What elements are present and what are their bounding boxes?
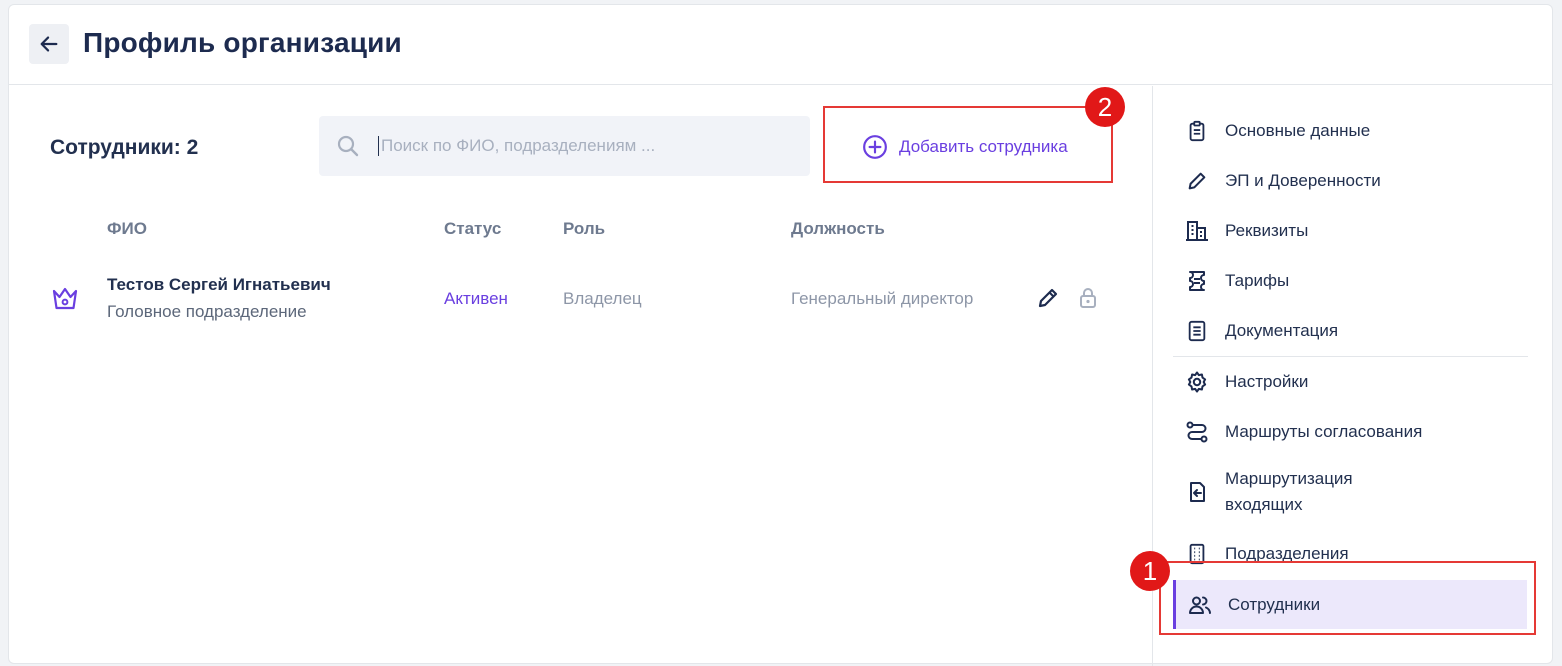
clipboard-icon [1185,119,1209,143]
incoming-routing-icon [1185,480,1209,504]
sidebar-item-label: Маршруты согласования [1225,422,1423,441]
crown-icon [52,287,78,310]
plus-circle-icon [863,135,887,159]
employee-name: Тестов Сергей Игнатьевич [107,275,331,294]
sidebar-item-label: ЭП и Доверенности [1225,171,1381,190]
column-header-status[interactable]: Статус [444,219,501,239]
column-header-name[interactable]: ФИО [107,219,147,239]
sidebar-item-settings[interactable]: Настройки [1173,357,1527,407]
back-button[interactable] [29,24,69,64]
page-title: Профиль организации [83,27,402,58]
employees-nav-highlight [1159,561,1536,635]
sidebar-item-approval-routes[interactable]: Маршруты согласования [1173,407,1527,457]
sidebar-item-documentation[interactable]: Документация [1173,306,1527,356]
employee-position: Генеральный директор [791,289,974,308]
buildings-icon [1185,219,1209,243]
sidebar-item-requisites[interactable]: Реквизиты [1173,206,1527,256]
edit-pencil-icon[interactable] [1036,286,1060,310]
search-input[interactable] [381,134,781,158]
add-employee-highlight: Добавить сотрудника [823,106,1113,183]
search-box[interactable] [319,116,810,176]
employees-count: Сотрудники: 2 [50,136,199,159]
employee-status: Активен [444,289,508,308]
column-header-position[interactable]: Должность [791,219,885,239]
add-employee-button[interactable]: Добавить сотрудника [862,134,1068,160]
sidebar-item-label: Основные данные [1225,121,1371,140]
employee-department: Головное подразделение [107,302,307,321]
sidebar-item-signature[interactable]: ЭП и Доверенности [1173,156,1527,206]
add-employee-label: Добавить сотрудника [899,137,1068,156]
gear-icon [1185,370,1209,394]
document-icon [1185,319,1209,343]
annotation-marker-2: 2 [1085,87,1125,127]
employees-section: Сотрудники: 2 Добавить сотрудника ФИО Ст… [9,86,1152,666]
sidebar-item-label: Реквизиты [1225,221,1309,240]
sidebar-item-main-data[interactable]: Основные данные [1173,106,1527,156]
arrow-left-icon [40,36,58,52]
tariff-icon [1185,269,1209,293]
search-icon [337,135,359,157]
employee-role: Владелец [563,289,642,308]
text-caret [378,136,379,156]
sidebar-item-label: Настройки [1225,372,1309,391]
sidebar-item-tariffs[interactable]: Тарифы [1173,256,1527,306]
pencil-icon [1185,169,1209,193]
annotation-marker-1: 1 [1130,551,1170,591]
sidebar-item-incoming-routing[interactable]: Маршрутизация входящих [1173,457,1527,527]
sidebar-item-label: Документация [1225,321,1339,340]
route-icon [1185,420,1209,444]
sidebar-item-label: Маршрутизация входящих [1225,469,1353,514]
lock-icon[interactable] [1076,286,1100,310]
sidebar-item-label: Тарифы [1225,271,1290,290]
page-header: Профиль организации [9,5,1552,85]
column-header-role[interactable]: Роль [563,219,605,239]
